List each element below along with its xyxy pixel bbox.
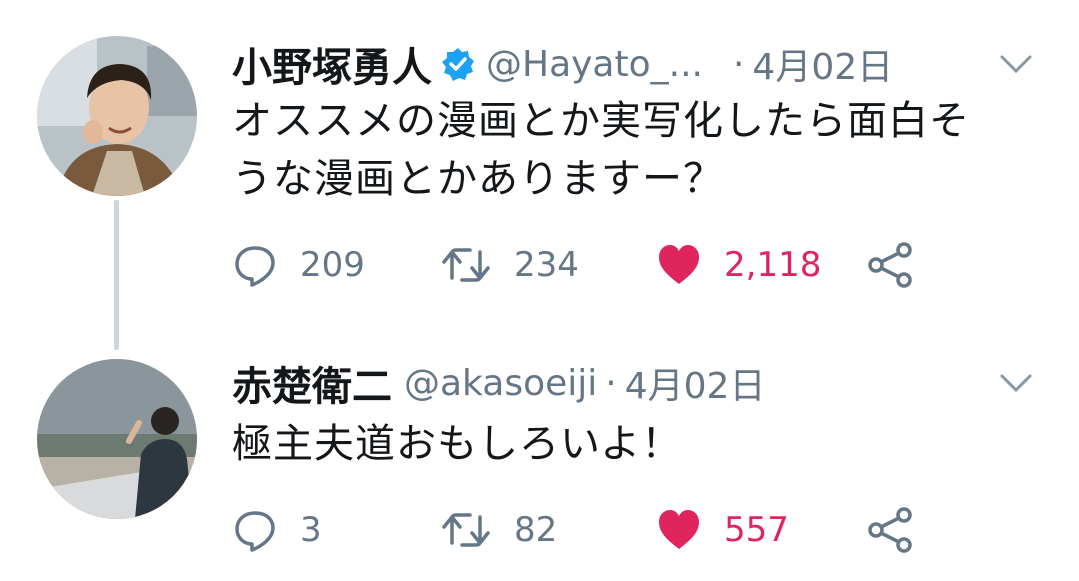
share-icon [866,507,916,553]
like-count: 2,118 [724,245,822,285]
avatar[interactable] [37,359,197,519]
like-icon [656,507,702,553]
retweet-icon [440,242,492,288]
reply-icon [232,507,278,553]
reply-button[interactable]: 209 [232,240,365,290]
thread-connector-line [114,200,119,350]
avatar[interactable] [37,36,197,196]
reply-icon [232,242,278,288]
chevron-down-icon[interactable] [998,365,1034,401]
retweet-count: 234 [514,245,579,285]
verified-badge-icon [440,46,476,82]
user-handle[interactable]: @Hayato_... [486,44,703,85]
tweet-text-line-1: 極主夫道おもしろいよ！ [232,421,683,467]
reply-count: 209 [300,245,365,285]
separator-dot: · [605,362,617,404]
reply-button[interactable]: 3 [232,505,322,555]
share-button[interactable] [866,505,916,555]
retweet-icon [440,507,492,553]
separator-dot: · [732,43,745,85]
display-name[interactable]: 赤楚衛二 [232,354,392,412]
share-button[interactable] [866,240,916,290]
like-icon [656,242,702,288]
retweet-button[interactable]: 234 [440,240,579,290]
like-count: 557 [724,510,789,550]
tweet-header: 赤楚衛二 @akasoeiji · 4月02日 [232,355,765,411]
display-name[interactable]: 小野塚勇人 [232,35,432,93]
tweet-text: 極主夫道おもしろいよ！ [232,415,682,473]
tweet-text: オススメの漫画とか実写化したら面白そ うな漫画とかありますー？ [232,92,970,208]
tweet-text-line-1: オススメの漫画とか実写化したら面白そ [232,98,970,144]
tweet-actions: 3 82 557 [232,505,952,555]
user-handle[interactable]: @akasoeiji [404,363,597,404]
retweet-count: 82 [514,510,558,550]
tweet-header: 小野塚勇人 @Hayato_... · 4月02日 [232,36,893,92]
like-button[interactable]: 2,118 [656,240,821,290]
retweet-button[interactable]: 82 [440,505,557,555]
tweet-actions: 209 234 2,118 [232,240,952,290]
chevron-down-icon[interactable] [998,46,1034,82]
tweet-timestamp[interactable]: 4月02日 [625,357,766,409]
share-icon [866,242,916,288]
like-button[interactable]: 557 [656,505,789,555]
tweet-timestamp[interactable]: 4月02日 [752,38,893,90]
reply-count: 3 [300,510,322,550]
tweet-text-line-2: うな漫画とかありますー？ [232,156,724,202]
